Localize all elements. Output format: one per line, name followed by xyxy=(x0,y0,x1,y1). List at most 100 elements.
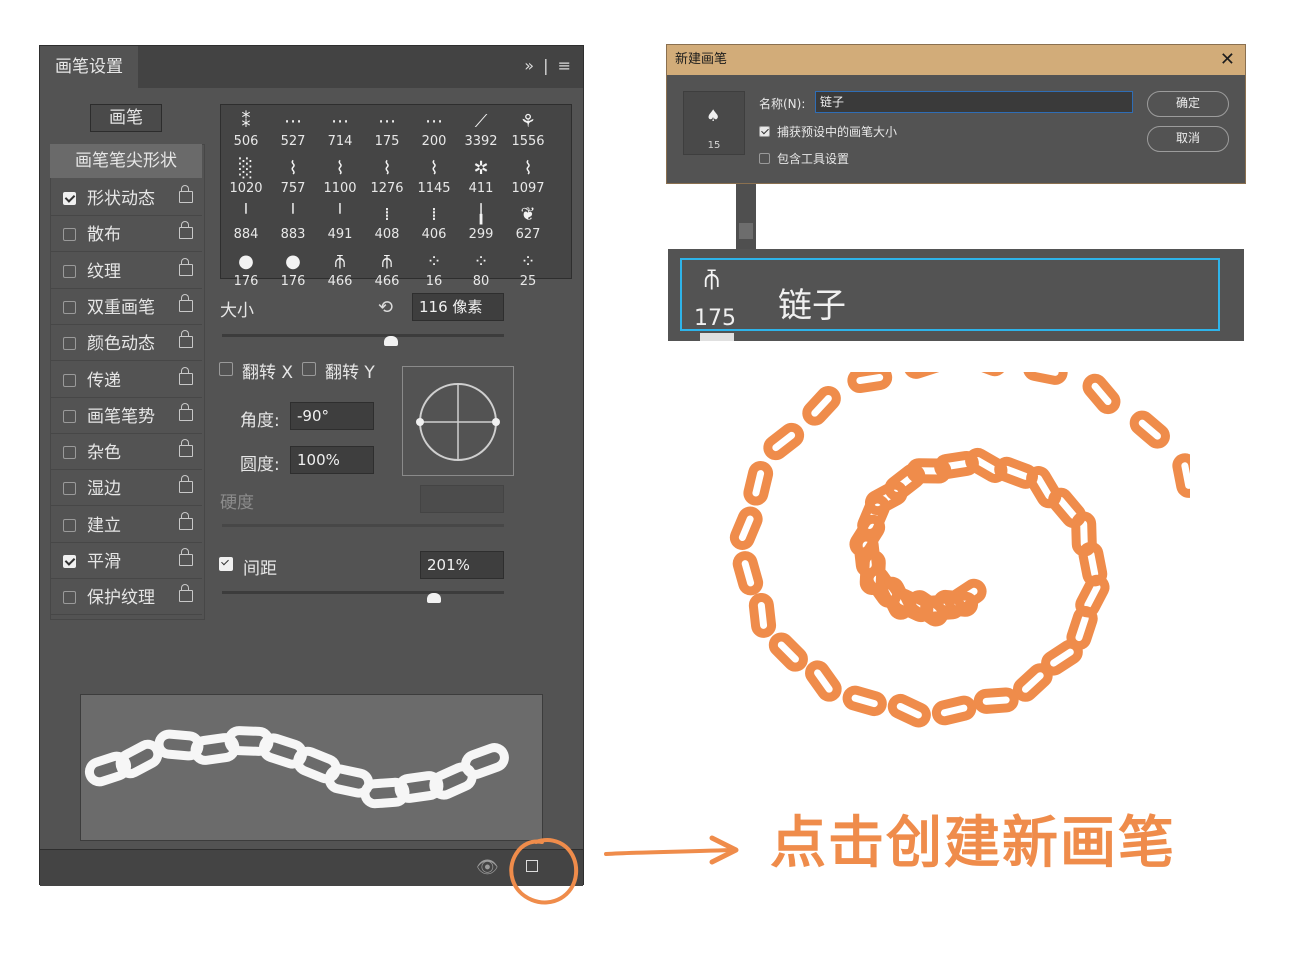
lock-icon[interactable] xyxy=(179,366,193,385)
lock-icon[interactable] xyxy=(179,475,193,494)
brush-tip-cell[interactable]: ● 176 xyxy=(223,247,269,293)
brush-tip-cell[interactable]: ✲ 411 xyxy=(458,154,504,200)
option-label: 保护纹理 xyxy=(87,588,155,609)
brush-tip-size: 1100 xyxy=(323,180,357,196)
brush-tip-icon: ⋯ xyxy=(378,111,396,132)
brush-tip-size: 466 xyxy=(327,273,353,289)
brush-list-item-selected[interactable]: ⫚ 175 链子 xyxy=(680,258,1220,331)
option-label: 杂色 xyxy=(87,443,121,464)
brush-tip-cell[interactable]: ⟋ 3392 xyxy=(458,107,504,153)
brush-tip-cell[interactable]: ● 176 xyxy=(270,247,316,293)
spacing-slider[interactable] xyxy=(222,591,504,594)
brush-tip-cell[interactable]: ⌇ 1097 xyxy=(505,154,551,200)
brush-tip-cell[interactable]: ⫚ 466 xyxy=(364,247,410,293)
brush-tip-size: 406 xyxy=(421,227,447,242)
brush-tip-cell[interactable]: ⋯ 714 xyxy=(317,107,363,153)
option-checkbox[interactable] xyxy=(63,228,76,242)
brush-tip-cell[interactable]: ╵ 491 xyxy=(317,200,363,246)
option-checkbox[interactable] xyxy=(63,300,76,314)
capture-size-checkbox[interactable] xyxy=(759,126,770,137)
brush-tip-cell[interactable]: ⌇ 1276 xyxy=(364,154,410,200)
lock-icon[interactable] xyxy=(179,548,193,566)
scrollbar-thumb[interactable] xyxy=(739,223,753,239)
option-checkbox[interactable] xyxy=(63,555,76,568)
brush-tip-icon: ⌇ xyxy=(288,157,298,179)
ok-button[interactable]: 确定 xyxy=(1147,91,1229,117)
brush-tip-shape-item[interactable]: 画笔笔尖形状 xyxy=(50,144,202,178)
lock-icon[interactable] xyxy=(179,185,193,203)
option-label: 散布 xyxy=(87,225,121,246)
lock-icon[interactable] xyxy=(179,584,193,603)
brush-tip-cell[interactable]: ╵ 883 xyxy=(270,200,316,246)
option-checkbox[interactable] xyxy=(63,518,76,532)
lock-icon[interactable] xyxy=(179,293,193,312)
option-item[interactable]: 保护纹理 xyxy=(50,581,202,616)
option-checkbox[interactable] xyxy=(63,192,76,205)
option-item[interactable]: 建立 xyxy=(50,509,202,543)
brush-tip-cell[interactable]: ⌇ 1100 xyxy=(317,154,363,200)
brush-name-input[interactable]: 链子 xyxy=(815,91,1133,113)
brush-tip-cell[interactable]: ⁘ 80 xyxy=(458,247,504,293)
lock-icon[interactable] xyxy=(179,330,193,349)
brush-tip-cell[interactable]: ⁑ 506 xyxy=(223,107,269,153)
lock-icon[interactable] xyxy=(179,402,193,421)
option-checkbox[interactable] xyxy=(63,591,76,605)
include-tool-checkbox[interactable] xyxy=(759,153,770,164)
option-item[interactable]: 湿边 xyxy=(50,472,202,507)
option-label: 颜色动态 xyxy=(87,334,155,355)
option-item[interactable]: 散布 xyxy=(50,218,202,253)
angle-field[interactable]: -90° xyxy=(290,402,374,430)
option-label: 湿边 xyxy=(87,479,121,500)
spacing-field[interactable]: 201% xyxy=(420,551,504,579)
option-item[interactable]: 平滑 xyxy=(50,545,202,579)
option-checkbox[interactable] xyxy=(63,373,76,387)
option-item[interactable]: 杂色 xyxy=(50,436,202,471)
brush-tip-cell[interactable]: ⁘ 16 xyxy=(411,247,457,293)
option-checkbox[interactable] xyxy=(63,409,76,423)
brush-tip-cell[interactable]: ⫚ 466 xyxy=(317,247,363,293)
panel-menu-icon[interactable]: » | ≡ xyxy=(524,56,573,75)
option-checkbox[interactable] xyxy=(63,446,76,460)
brush-tip-cell[interactable]: ❦ 627 xyxy=(505,200,551,246)
tab-brush-settings[interactable]: 画笔设置 xyxy=(40,46,138,88)
brush-tip-cell[interactable]: ⁞ 406 xyxy=(411,200,457,246)
close-icon[interactable]: ✕ xyxy=(1220,45,1235,75)
size-field[interactable]: 116 像素 xyxy=(412,293,504,321)
lock-icon[interactable] xyxy=(179,221,193,240)
lock-icon[interactable] xyxy=(179,439,193,458)
reset-size-icon[interactable]: ⟲ xyxy=(378,297,393,318)
lock-icon[interactable] xyxy=(179,511,193,530)
flip-y-checkbox[interactable] xyxy=(302,362,316,376)
brush-tip-cell[interactable]: ⋯ 200 xyxy=(411,107,457,153)
option-checkbox[interactable] xyxy=(63,337,76,351)
cancel-button[interactable]: 取消 xyxy=(1147,126,1229,152)
option-item[interactable]: 形状动态 xyxy=(50,182,202,216)
brushes-button[interactable]: 画笔 xyxy=(90,104,162,132)
option-item[interactable]: 画笔笔势 xyxy=(50,400,202,434)
brush-tip-cell[interactable]: ⌇ 757 xyxy=(270,154,316,200)
angle-roundness-widget[interactable] xyxy=(402,366,514,476)
brush-tip-icon: ⋯ xyxy=(331,111,349,132)
flip-x-checkbox[interactable] xyxy=(219,362,233,376)
brush-tip-cell[interactable]: ⚘ 1556 xyxy=(505,107,551,153)
lock-icon[interactable] xyxy=(179,257,193,276)
option-checkbox[interactable] xyxy=(63,482,76,496)
brush-tip-cell[interactable]: ╵ 884 xyxy=(223,200,269,246)
brush-tip-icon: ⌇ xyxy=(523,157,533,179)
brush-tip-cell[interactable]: ⌇ 1145 xyxy=(411,154,457,200)
option-item[interactable]: 传递 xyxy=(50,364,202,398)
brush-tip-cell[interactable]: ⁘ 25 xyxy=(505,247,551,293)
brush-tip-cell[interactable]: ⁞ 408 xyxy=(364,200,410,246)
roundness-field[interactable]: 100% xyxy=(290,446,374,474)
option-item[interactable]: 纹理 xyxy=(50,255,202,289)
toggle-preview-icon[interactable]: 👁 xyxy=(476,857,499,878)
brush-tip-cell[interactable]: ╽ 299 xyxy=(458,200,504,246)
brush-tip-cell[interactable]: ⋯ 175 xyxy=(364,107,410,153)
option-checkbox[interactable] xyxy=(63,264,76,278)
option-item[interactable]: 颜色动态 xyxy=(50,327,202,362)
spacing-checkbox[interactable] xyxy=(219,557,233,571)
option-item[interactable]: 双重画笔 xyxy=(50,291,202,325)
brush-tip-cell[interactable]: ░ 1020 xyxy=(223,154,269,200)
brush-tip-cell[interactable]: ⋯ 527 xyxy=(270,107,316,153)
size-slider[interactable] xyxy=(222,334,504,337)
